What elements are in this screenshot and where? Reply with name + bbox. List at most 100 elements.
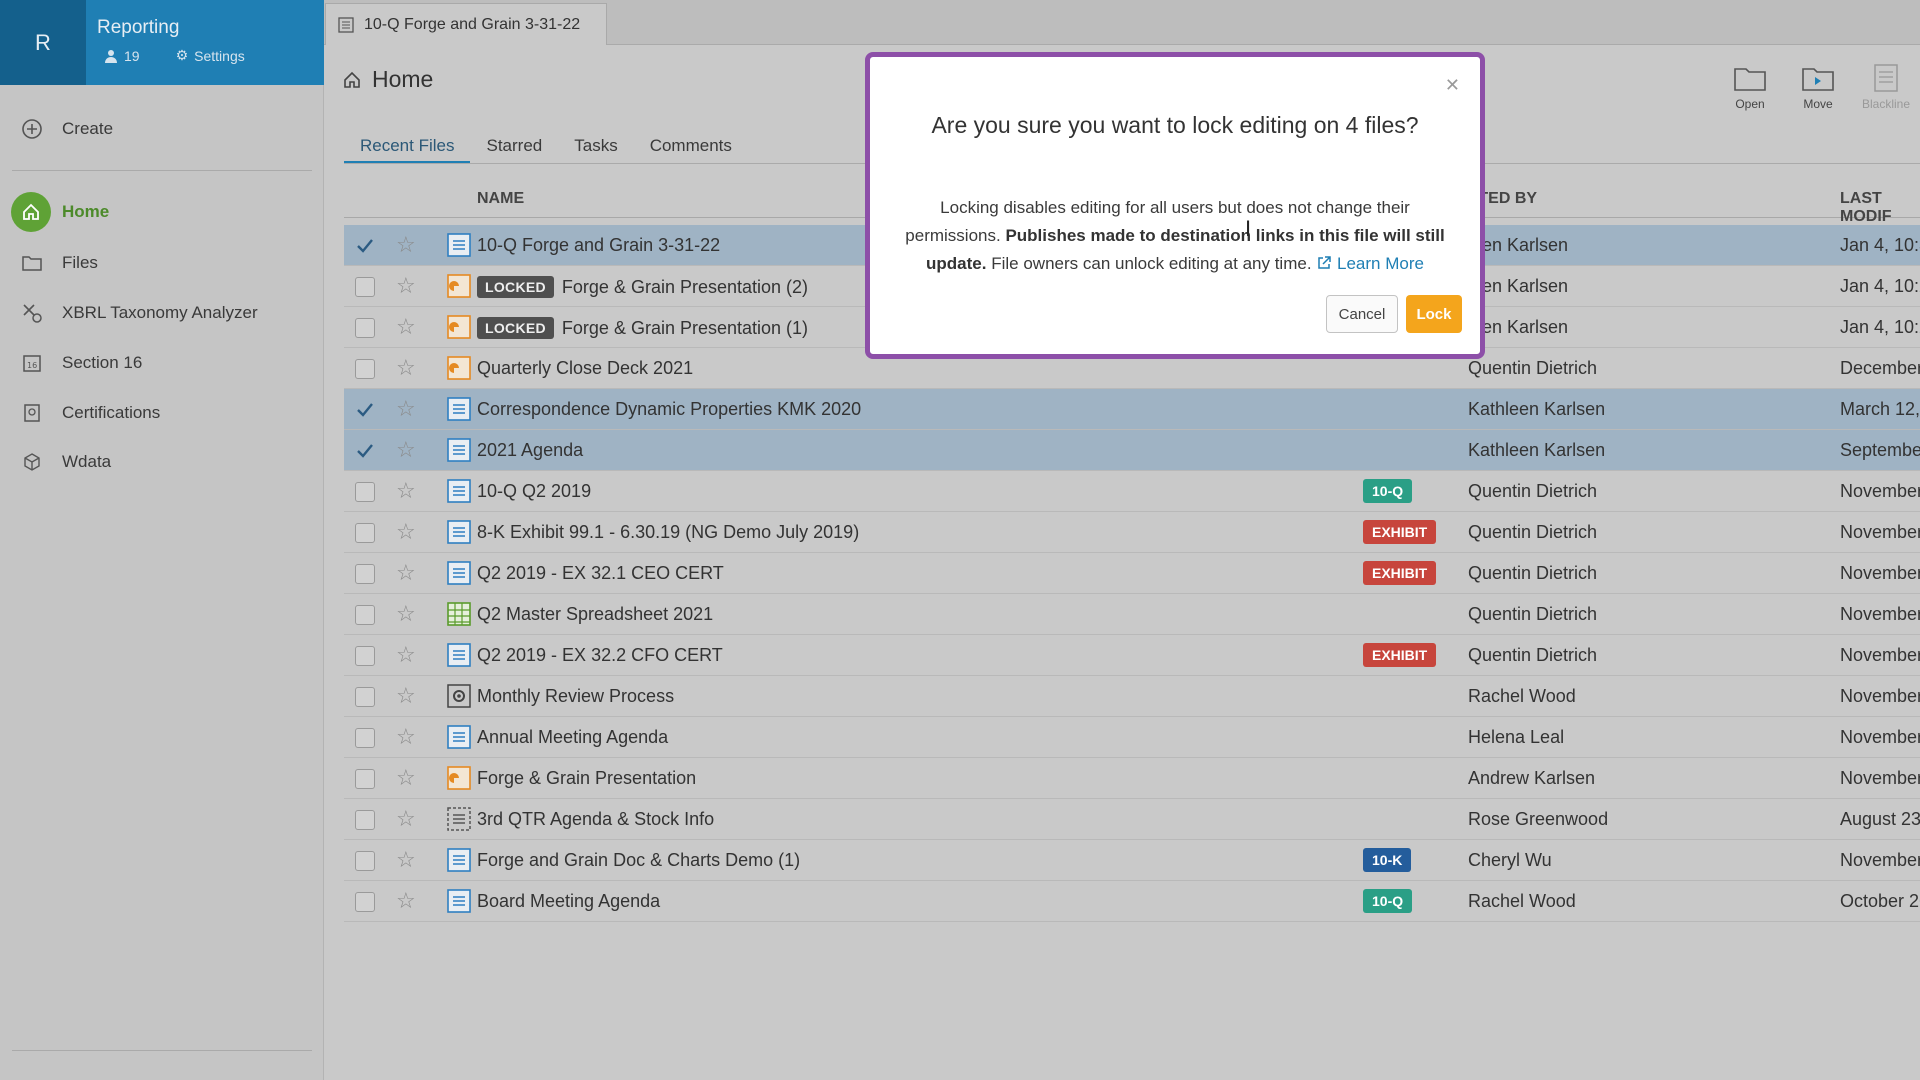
star-icon[interactable]: ☆ [396, 888, 416, 914]
tab-recent-files[interactable]: Recent Files [344, 130, 471, 164]
close-icon[interactable]: ✕ [1445, 75, 1460, 96]
file-name[interactable]: Annual Meeting Agenda [477, 727, 668, 748]
sidebar: R Reporting 19 ⚙ Settings Create Home Fi… [0, 0, 324, 1080]
open-button[interactable]: Open [1716, 63, 1784, 111]
file-name[interactable]: LOCKED Forge & Grain Presentation (2) [477, 276, 808, 298]
star-icon[interactable]: ☆ [396, 519, 416, 545]
file-name[interactable]: 10-Q Forge and Grain 3-31-22 [477, 235, 720, 256]
row-checkbox[interactable] [355, 728, 375, 748]
row-checkbox[interactable] [355, 605, 375, 625]
sidebar-item-home[interactable]: Home [0, 192, 324, 232]
file-name[interactable]: Forge and Grain Doc & Charts Demo (1) [477, 850, 800, 871]
row-checkbox[interactable] [355, 810, 375, 830]
workspace-header[interactable]: R Reporting 19 ⚙ Settings [0, 0, 324, 85]
workspace-avatar[interactable]: R [0, 0, 86, 85]
file-type-badge: 10-Q [1363, 889, 1413, 913]
table-row[interactable]: ☆ Monthly Review Process Rachel Wood Novemb… [344, 676, 1920, 717]
learn-more-link[interactable]: Learn More [1316, 254, 1424, 273]
svg-text:16: 16 [27, 361, 37, 370]
workspace-name[interactable]: Reporting [97, 17, 179, 39]
document-tab[interactable]: 10-Q Forge and Grain 3-31-22 [325, 3, 607, 45]
cancel-button[interactable]: Cancel [1326, 295, 1398, 333]
row-checkbox[interactable] [355, 318, 375, 338]
file-name[interactable]: LOCKED Forge & Grain Presentation (1) [477, 317, 808, 339]
row-checkbox[interactable] [355, 687, 375, 707]
star-icon[interactable]: ☆ [396, 683, 416, 709]
gear-icon[interactable]: ⚙ [176, 47, 189, 64]
sidebar-item-files[interactable]: Files [0, 243, 324, 283]
row-checkbox[interactable] [355, 769, 375, 789]
sidebar-item-section-16[interactable]: 16 Section 16 [0, 343, 324, 383]
star-icon[interactable]: ☆ [396, 478, 416, 504]
table-row[interactable]: ☆ 2021 Agenda Kathleen Karlsen September 1 [344, 430, 1920, 471]
table-row[interactable]: ☆ Correspondence Dynamic Properties KMK 2… [344, 389, 1920, 430]
table-row[interactable]: ☆ Forge and Grain Doc & Charts Demo (1) 10… [344, 840, 1920, 881]
star-icon[interactable]: ☆ [396, 560, 416, 586]
row-checkbox[interactable] [355, 892, 375, 912]
column-last-modified[interactable]: LAST MODIF [1840, 190, 1920, 226]
file-name[interactable]: Monthly Review Process [477, 686, 674, 707]
file-name[interactable]: 2021 Agenda [477, 440, 583, 461]
table-row[interactable]: ☆ Q2 2019 - EX 32.1 CEO CERT EXHIBIT Quenti… [344, 553, 1920, 594]
created-by: Andrew Karlsen [1468, 768, 1596, 788]
file-name[interactable]: Correspondence Dynamic Properties KMK 20… [477, 399, 861, 420]
star-icon[interactable]: ☆ [396, 847, 416, 873]
lock-button[interactable]: Lock [1406, 295, 1462, 333]
row-checkbox[interactable] [355, 482, 375, 502]
table-row[interactable]: ☆ Forge & Grain Presentation Andrew Karlse… [344, 758, 1920, 799]
column-name[interactable]: NAME [477, 190, 524, 208]
tab-tasks[interactable]: Tasks [558, 130, 633, 164]
settings-link[interactable]: Settings [194, 48, 245, 64]
member-count[interactable]: 19 [124, 48, 140, 64]
file-name[interactable]: Quarterly Close Deck 2021 [477, 358, 693, 379]
file-name-text: Forge & Grain Presentation (2) [561, 276, 809, 297]
sidebar-item-certifications[interactable]: Certifications [0, 393, 324, 433]
file-name[interactable]: Q2 2019 - EX 32.2 CFO CERT [477, 645, 723, 666]
star-icon[interactable]: ☆ [396, 806, 416, 832]
row-checkbox[interactable] [355, 359, 375, 379]
table-row[interactable]: ☆ Annual Meeting Agenda Helena Leal Novembe… [344, 717, 1920, 758]
star-icon[interactable]: ☆ [396, 232, 416, 258]
star-icon[interactable]: ☆ [396, 601, 416, 627]
row-checkbox[interactable] [355, 277, 375, 297]
file-name[interactable]: 8-K Exhibit 99.1 - 6.30.19 (NG Demo July… [477, 522, 859, 543]
row-checkbox[interactable] [355, 400, 375, 420]
file-name-text: 10-Q Forge and Grain 3-31-22 [477, 235, 721, 255]
row-checkbox[interactable] [355, 851, 375, 871]
star-icon[interactable]: ☆ [396, 642, 416, 668]
row-checkbox[interactable] [355, 236, 375, 256]
file-name[interactable]: 10-Q Q2 2019 [477, 481, 591, 502]
sidebar-item-xbrl[interactable]: XBRL Taxonomy Analyzer [0, 293, 324, 333]
folder-open-icon [1734, 68, 1766, 91]
row-checkbox[interactable] [355, 441, 375, 461]
file-name[interactable]: Forge & Grain Presentation [477, 768, 696, 789]
table-row[interactable]: ☆ 3rd QTR Agenda & Stock Info Rose Greenwo… [344, 799, 1920, 840]
table-row[interactable]: ☆ 8-K Exhibit 99.1 - 6.30.19 (NG Demo Jul… [344, 512, 1920, 553]
star-icon[interactable]: ☆ [396, 355, 416, 381]
star-icon[interactable]: ☆ [396, 765, 416, 791]
row-checkbox[interactable] [355, 646, 375, 666]
tab-starred[interactable]: Starred [470, 130, 558, 164]
star-icon[interactable]: ☆ [396, 314, 416, 340]
file-name[interactable]: Board Meeting Agenda [477, 891, 660, 912]
create-button[interactable]: Create [0, 109, 324, 149]
sidebar-item-wdata[interactable]: Wdata [0, 442, 324, 482]
file-name[interactable]: Q2 2019 - EX 32.1 CEO CERT [477, 563, 724, 584]
file-name[interactable]: 3rd QTR Agenda & Stock Info [477, 809, 714, 830]
star-icon[interactable]: ☆ [396, 437, 416, 463]
file-name[interactable]: Q2 Master Spreadsheet 2021 [477, 604, 713, 625]
user-icon [105, 49, 117, 63]
table-row[interactable]: ☆ 10-Q Q2 2019 10-Q Quentin Dietrich Novembe… [344, 471, 1920, 512]
row-checkbox[interactable] [355, 564, 375, 584]
tab-comments[interactable]: Comments [634, 130, 748, 164]
row-checkbox[interactable] [355, 523, 375, 543]
table-row[interactable]: ☆ Q2 2019 - EX 32.2 CFO CERT EXHIBIT Quenti… [344, 635, 1920, 676]
star-icon[interactable]: ☆ [396, 724, 416, 750]
star-icon[interactable]: ☆ [396, 273, 416, 299]
move-button[interactable]: Move [1784, 63, 1852, 111]
blackline-button[interactable]: Blackline [1852, 63, 1920, 111]
table-row[interactable]: ☆ Board Meeting Agenda 10-Q Rachel Wood Octo… [344, 881, 1920, 922]
star-icon[interactable]: ☆ [396, 396, 416, 422]
table-row[interactable]: ☆ Q2 Master Spreadsheet 2021 Quentin Dietr… [344, 594, 1920, 635]
last-modified: Jan 4, 10:26 [1840, 317, 1920, 337]
